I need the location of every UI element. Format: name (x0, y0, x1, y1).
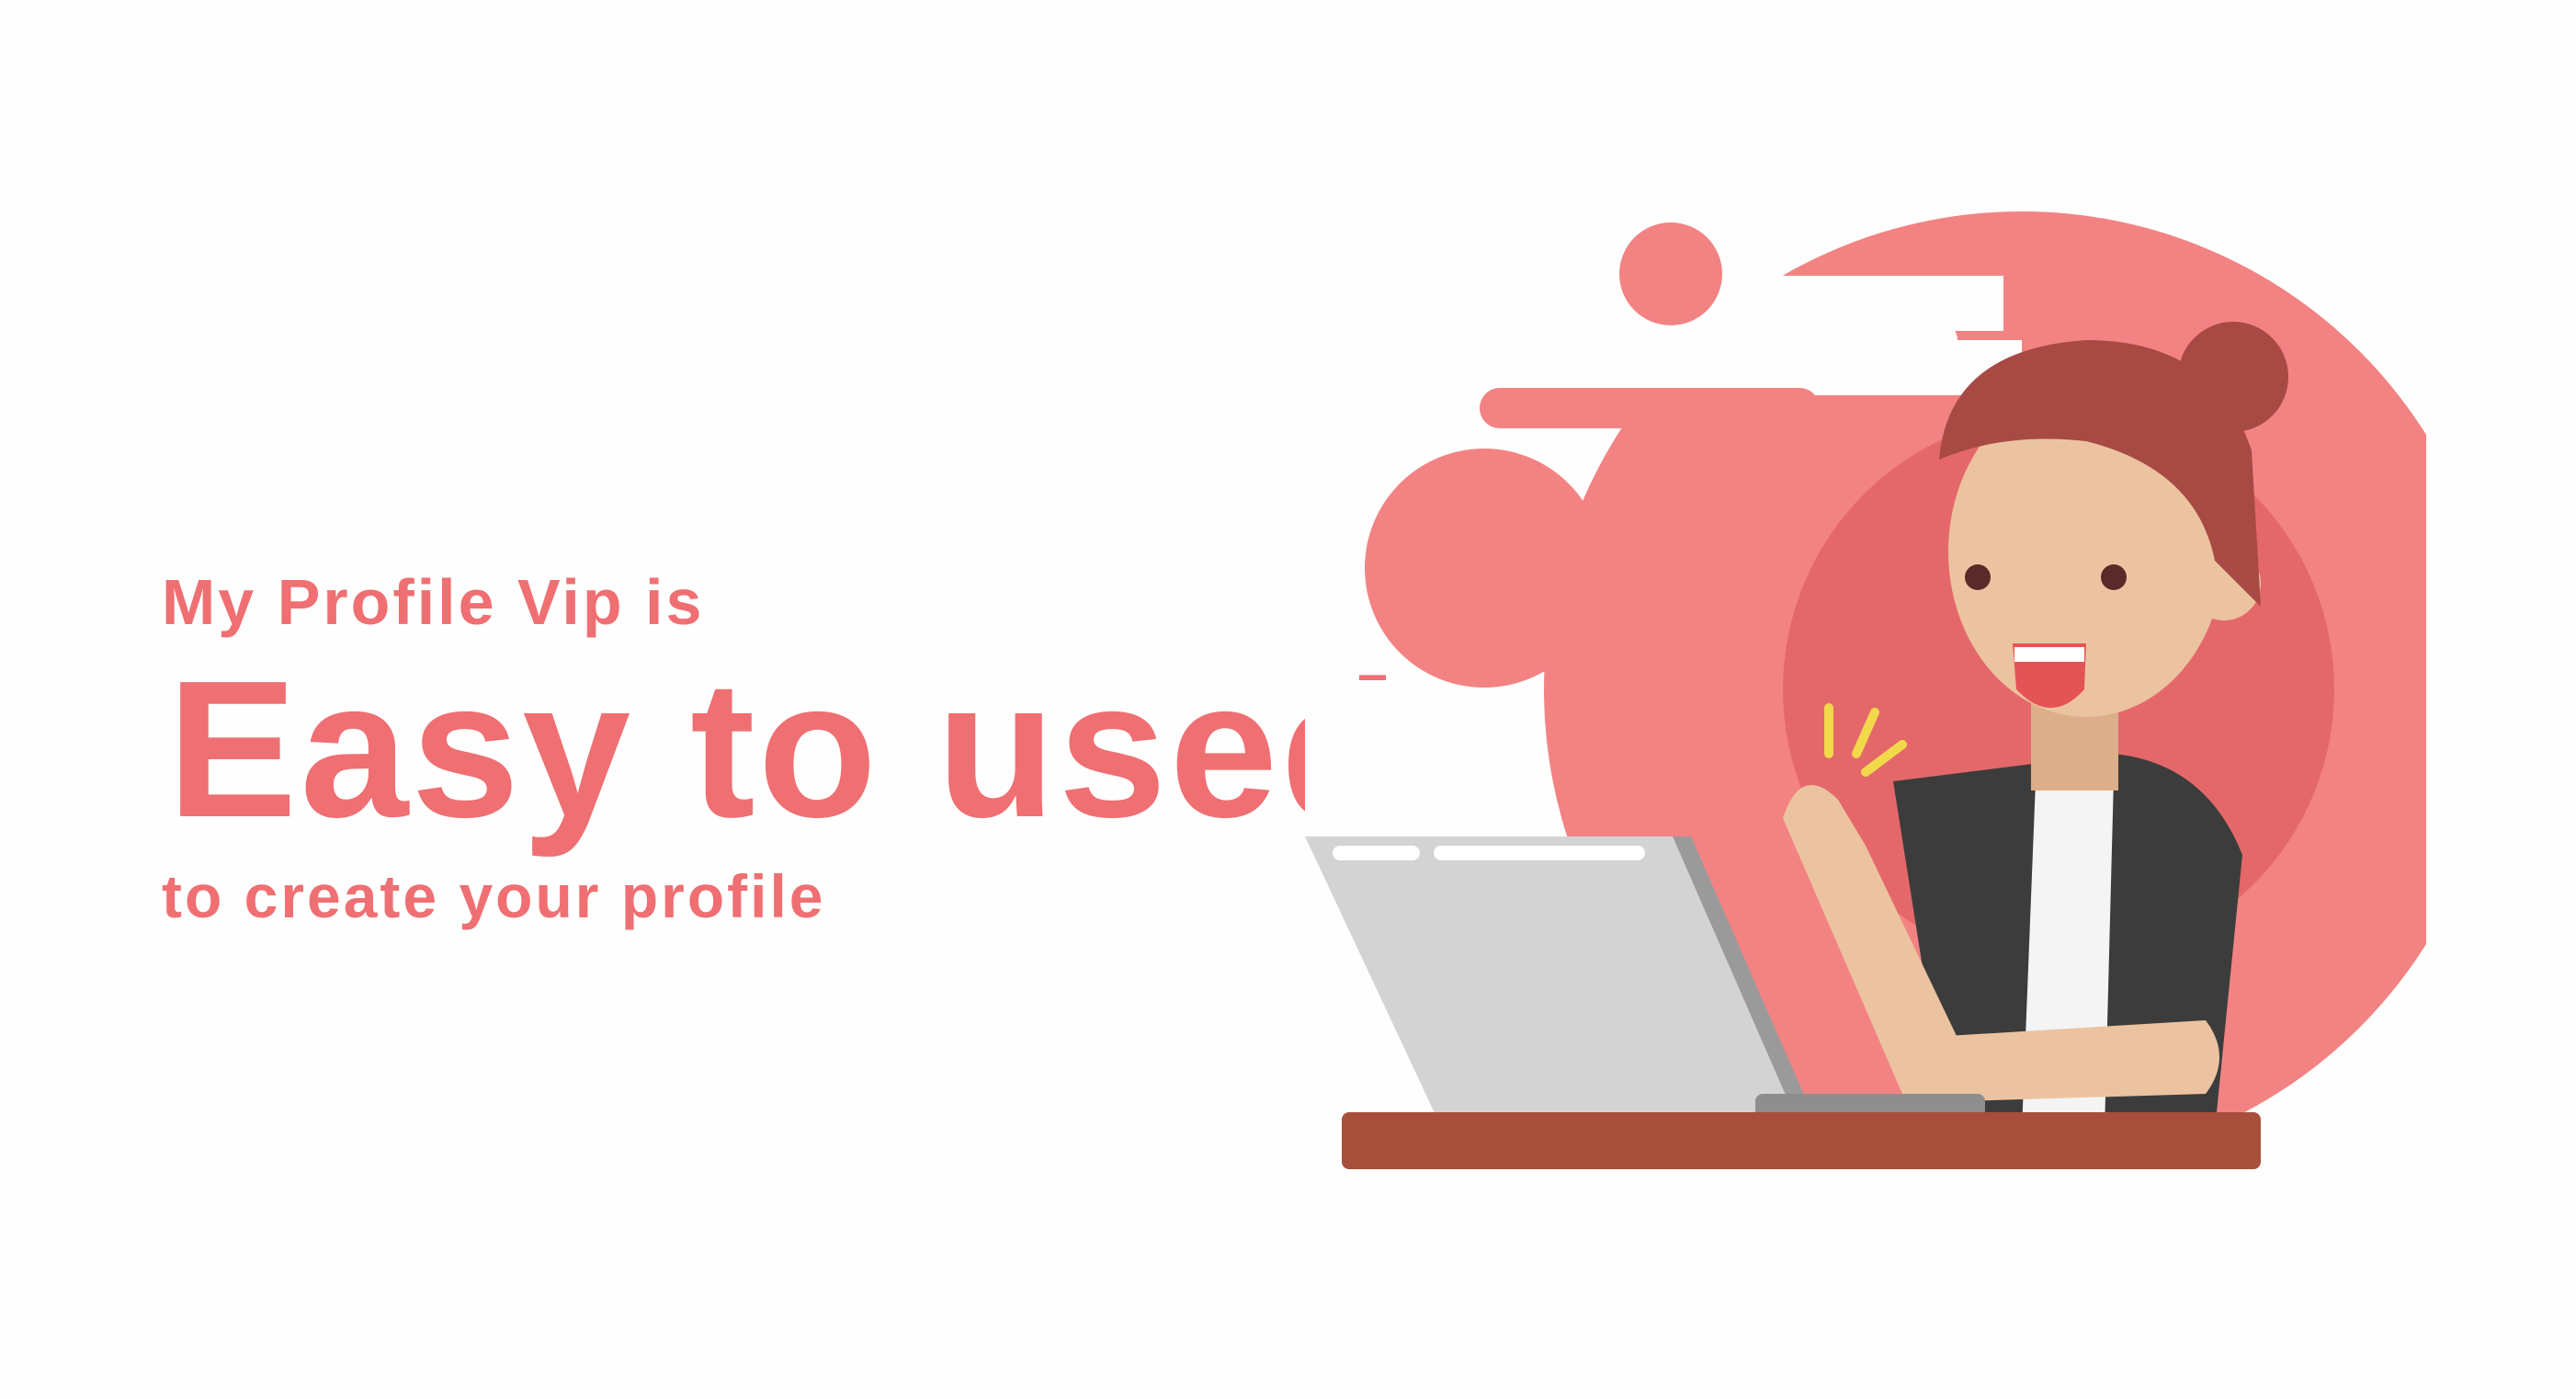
hero-intro: My Profile Vip is (162, 566, 705, 638)
laptop-bar (1333, 846, 1420, 860)
landing-banner: My Profile Vip is Easy to used to create… (0, 0, 2576, 1399)
hero-title: Easy to used (167, 640, 1402, 858)
desk (1342, 1112, 2261, 1169)
hero-subtitle: to create your profile (162, 862, 826, 930)
illustration-svg (1305, 211, 2426, 1169)
speed-line-2 (1673, 322, 1958, 358)
floating-dot (1619, 222, 1722, 325)
speed-line (1480, 388, 1820, 428)
laptop-bar-2 (1434, 846, 1645, 860)
left-eye (1965, 564, 1991, 590)
teeth (2014, 647, 2084, 662)
hair-bun (2178, 322, 2288, 432)
left-bubble (1365, 449, 1604, 688)
right-eye (2101, 564, 2127, 590)
woman-at-laptop-illustration (1305, 211, 2426, 1186)
hero-text: My Profile Vip is Easy to used to create… (162, 561, 1402, 938)
